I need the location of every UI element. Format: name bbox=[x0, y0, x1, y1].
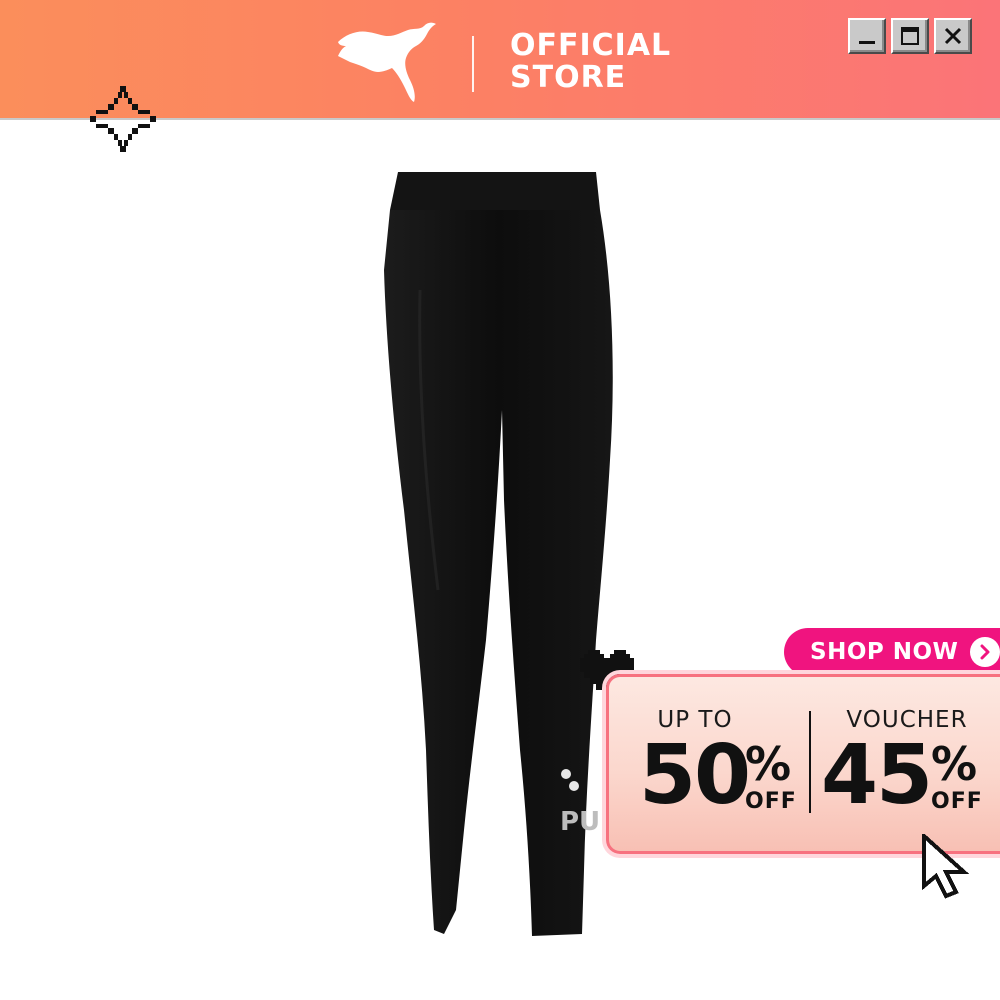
brand-lockup[interactable]: OFFICIAL STORE bbox=[336, 20, 676, 104]
maximize-button[interactable] bbox=[891, 18, 929, 54]
promo-voucher-percent: % bbox=[931, 737, 978, 791]
brand-text: OFFICIAL STORE bbox=[510, 30, 671, 94]
promo-banner[interactable]: UP TO 50 % OFF VOUCHER 45 % OFF bbox=[606, 674, 1000, 854]
brand-line-official: OFFICIAL bbox=[510, 28, 672, 63]
minimize-button[interactable] bbox=[848, 18, 886, 54]
chevron-right-icon bbox=[970, 637, 1000, 667]
pointer-cursor-icon bbox=[922, 834, 970, 899]
sparkle-icon bbox=[90, 86, 156, 152]
leggings-logo-text: PU bbox=[560, 807, 600, 837]
shop-now-label: SHOP NOW bbox=[810, 639, 959, 665]
maximize-icon bbox=[901, 27, 919, 45]
promo-discount-value: 50 bbox=[639, 728, 751, 823]
window-controls bbox=[848, 18, 972, 54]
promo-voucher-suffix: OFF bbox=[931, 789, 983, 814]
brand-line-store: STORE bbox=[510, 60, 627, 95]
promo-discount-percent: % bbox=[745, 737, 792, 791]
promo-voucher: VOUCHER 45 % OFF bbox=[811, 677, 1000, 851]
promo-discount: UP TO 50 % OFF bbox=[609, 677, 809, 851]
promo-discount-suffix: OFF bbox=[745, 789, 797, 814]
puma-logo-icon bbox=[338, 22, 436, 102]
minimize-icon bbox=[859, 41, 875, 44]
close-icon bbox=[944, 27, 962, 45]
close-button[interactable] bbox=[934, 18, 972, 54]
brand-divider bbox=[472, 36, 474, 92]
shop-now-button[interactable]: SHOP NOW bbox=[784, 628, 1000, 676]
promo-voucher-value: 45 bbox=[821, 728, 933, 823]
leggings-product-image[interactable]: PU bbox=[360, 170, 640, 940]
